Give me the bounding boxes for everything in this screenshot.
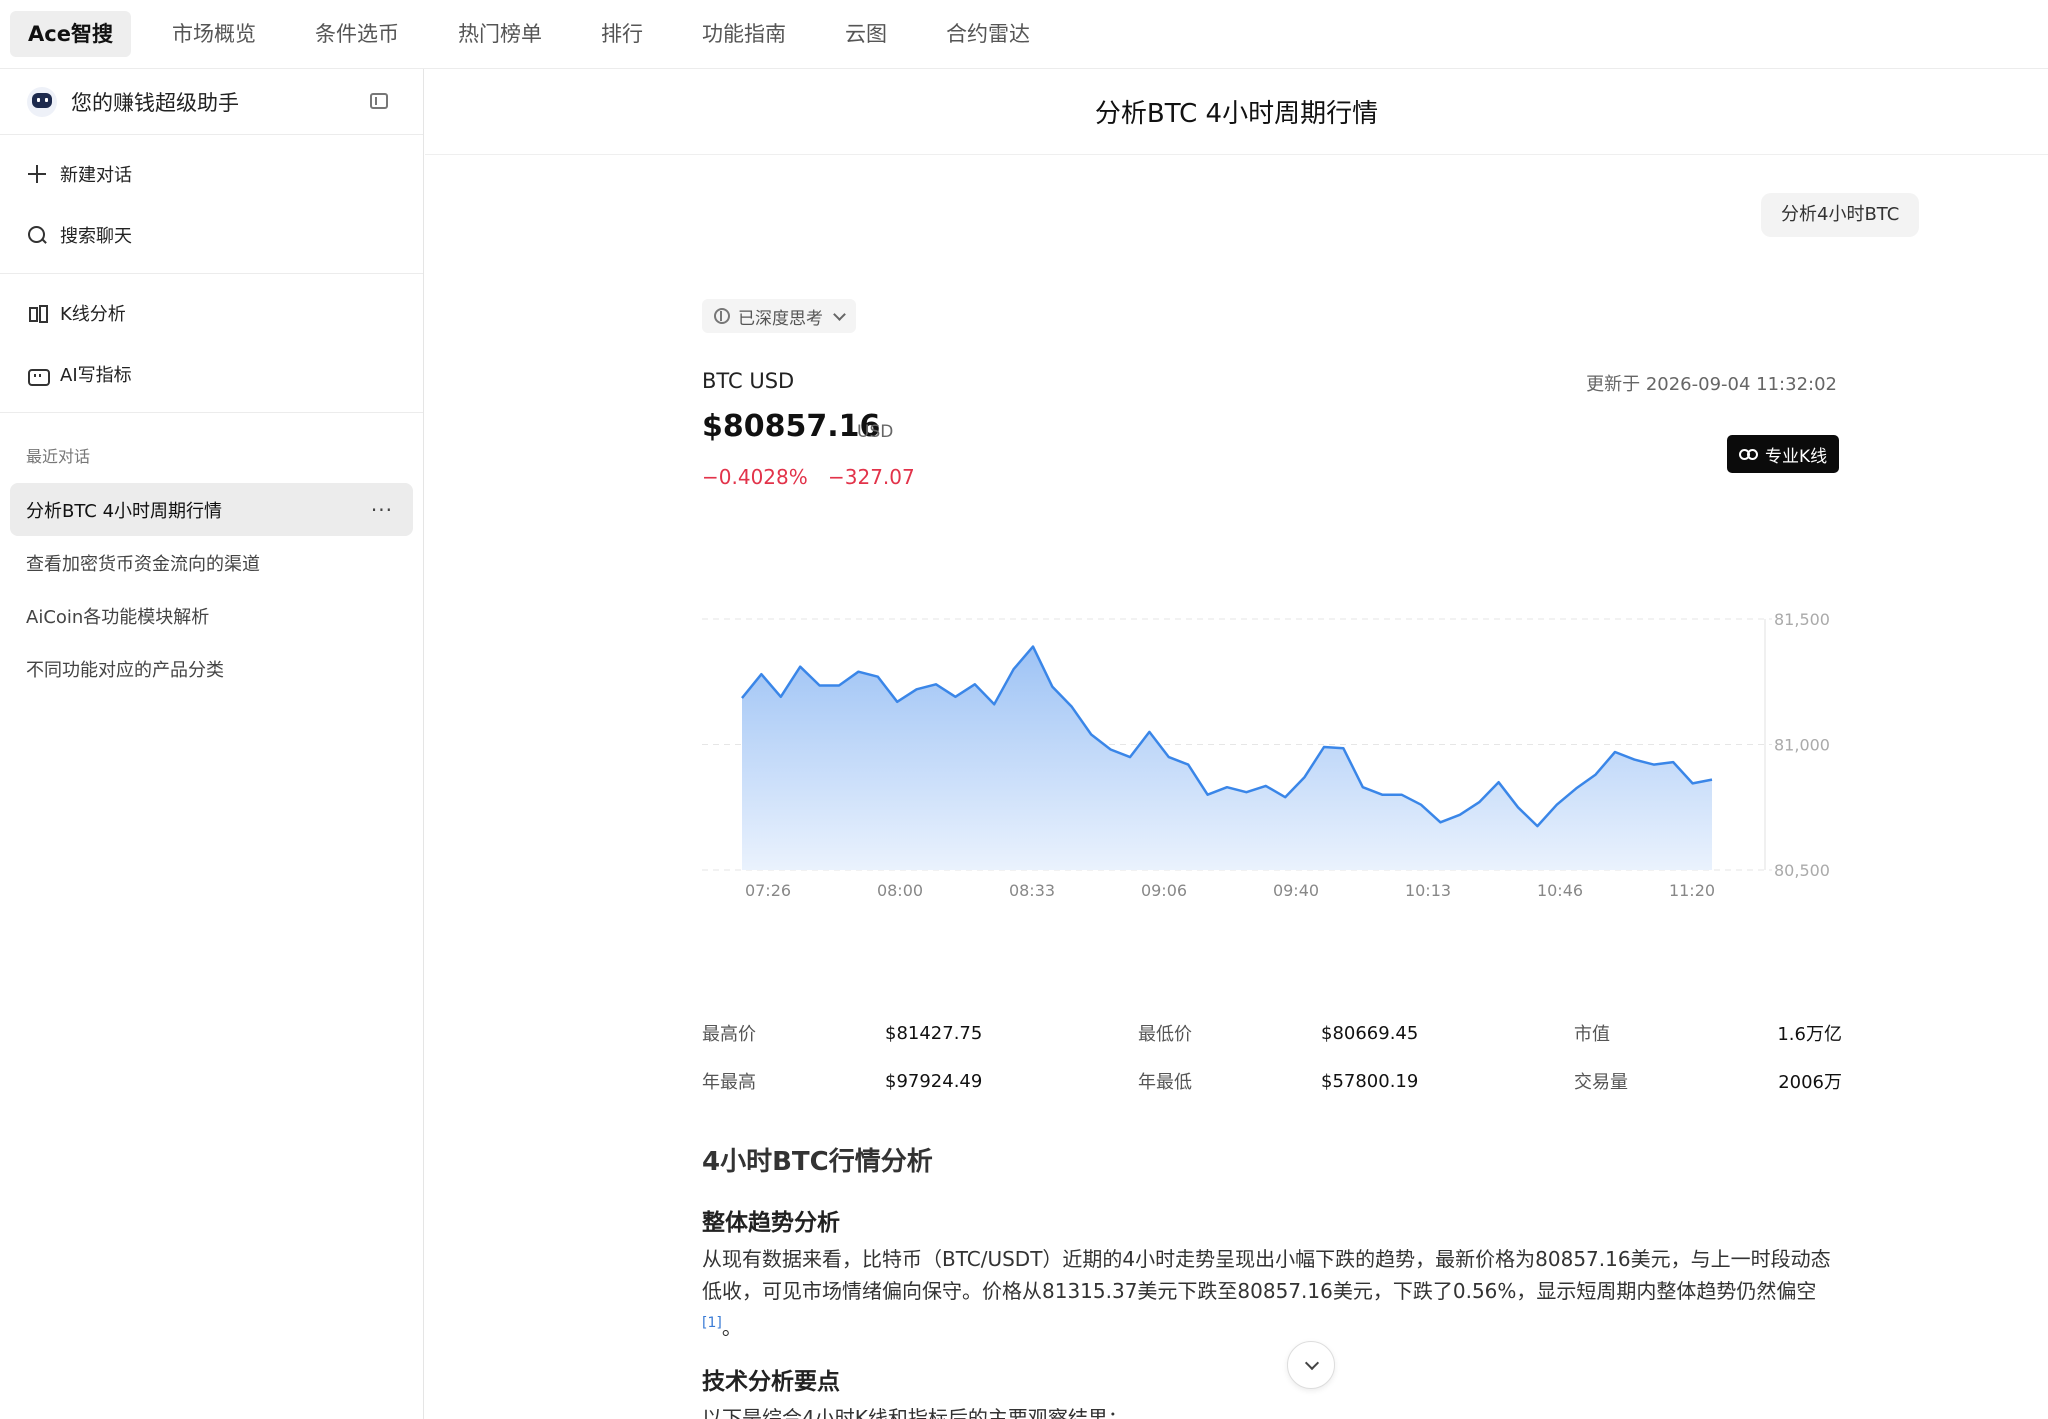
change-percent: −0.4028% <box>702 465 808 489</box>
assistant-header: 您的赚钱超级助手 <box>0 69 423 135</box>
recent-chat-label: 查看加密货币资金流向的渠道 <box>26 553 260 575</box>
analysis-heading: 4小时BTC行情分析 <box>702 1147 933 1177</box>
pro-kline-label: 专业K线 <box>1765 446 1828 467</box>
chevron-down-icon <box>833 307 846 321</box>
kline-analysis-label: K线分析 <box>60 303 126 325</box>
sidebar-actions: 新建对话 搜索聊天 <box>0 135 423 274</box>
stat-label: 年最高 <box>702 1072 756 1093</box>
x-tick-label: 09:06 <box>1141 881 1187 900</box>
ai-indicator-label: AI写指标 <box>60 364 132 386</box>
trend-text-end: 。 <box>721 1315 742 1340</box>
sidebar-collapse-icon[interactable] <box>370 93 388 109</box>
stat-row: 年最高 $97924.49 年最低 $57800.19 交易量 2006万 <box>702 1057 1842 1105</box>
conversation-title: 分析BTC 4小时周期行情 <box>425 69 2048 155</box>
nav-tab-1[interactable]: 市场概览 <box>154 11 274 57</box>
x-tick-label: 08:00 <box>877 881 923 900</box>
x-tick-label: 09:40 <box>1273 881 1319 900</box>
search-chat-label: 搜索聊天 <box>60 225 132 247</box>
sidebar: 您的赚钱超级助手 新建对话 搜索聊天 K线分析 AI写指标 最近对话 分析BTC… <box>0 69 424 1419</box>
kline-analysis-button[interactable]: K线分析 <box>0 282 423 343</box>
nav-tab-2[interactable]: 条件选币 <box>297 11 417 57</box>
technical-section-text: 以下是综合4小时K线和指标后的主要观察结果： <box>702 1405 1128 1419</box>
stat-value: $57800.19 <box>1321 1070 1419 1092</box>
plus-icon <box>26 163 48 185</box>
price-chart-svg: 81,500 81,000 80,500 07:26 08:00 08:33 09:06 09… <box>702 610 1830 900</box>
assistant-title: 您的赚钱超级助手 <box>71 90 239 115</box>
price-unit: USD <box>857 422 894 442</box>
stat-value: 1.6万亿 <box>1777 1024 1842 1045</box>
stat-label: 年最低 <box>1138 1072 1192 1093</box>
price-chart: 81,500 81,000 80,500 07:26 08:00 08:33 09:06 09… <box>702 589 1842 979</box>
recent-chat-label: AiCoin各功能模块解析 <box>26 606 210 628</box>
nav-tab-7[interactable]: 合约雷达 <box>928 11 1048 57</box>
stat-value: 2006万 <box>1778 1072 1842 1093</box>
x-tick-label: 11:20 <box>1669 881 1715 900</box>
stat-label: 最低价 <box>1138 1024 1192 1045</box>
stat-value: $97924.49 <box>885 1070 983 1092</box>
new-chat-button[interactable]: 新建对话 <box>0 143 423 204</box>
y-tick-label: 80,500 <box>1774 861 1830 880</box>
recent-chat-label: 不同功能对应的产品分类 <box>26 659 224 681</box>
stat-row: 最高价 $81427.75 最低价 $80669.45 市值 1.6万亿 <box>702 1009 1842 1057</box>
recent-chat-label: 分析BTC 4小时周期行情 <box>26 500 223 522</box>
x-tick-label: 07:26 <box>745 881 791 900</box>
candlestick-icon <box>26 302 48 324</box>
search-icon <box>26 224 48 246</box>
search-chat-button[interactable]: 搜索聊天 <box>0 204 423 265</box>
trend-section-title: 整体趋势分析 <box>702 1210 840 1236</box>
stat-label: 最高价 <box>702 1024 756 1045</box>
pro-kline-button[interactable]: 专业K线 <box>1727 435 1840 473</box>
trend-text: 从现有数据来看，比特币（BTC/USDT）近期的4小时走势呈现出小幅下跌的趋势，… <box>702 1247 1831 1303</box>
market-stats: 最高价 $81427.75 最低价 $80669.45 市值 1.6万亿年最高 $97924… <box>702 1009 1842 1105</box>
recent-list: 分析BTC 4小时周期行情 ··· 查看加密货币资金流向的渠道 AiCoin各功能模块… <box>0 483 423 695</box>
main-panel: 分析BTC 4小时周期行情 分析4小时BTC 已深度思考 BTC USD 更新于… <box>425 69 2048 1419</box>
y-tick-label: 81,000 <box>1774 736 1830 755</box>
area-fill <box>742 646 1712 870</box>
infinity-icon <box>1739 449 1758 460</box>
nav-tab-5[interactable]: 功能指南 <box>684 11 804 57</box>
nav-tab-4[interactable]: 排行 <box>583 11 661 57</box>
top-nav: Ace智搜 市场概览 条件选币 热门榜单 排行 功能指南 云图 合约雷达 <box>0 0 2048 69</box>
x-tick-label: 10:46 <box>1537 881 1583 900</box>
recent-chat-item[interactable]: 查看加密货币资金流向的渠道 <box>10 536 413 589</box>
new-chat-label: 新建对话 <box>60 164 132 186</box>
recent-chat-item[interactable]: 分析BTC 4小时周期行情 ··· <box>10 483 413 536</box>
nav-tab-0[interactable]: Ace智搜 <box>10 11 131 57</box>
stat-value: $80669.45 <box>1321 1022 1419 1044</box>
trend-section-text: 从现有数据来看，比特币（BTC/USDT）近期的4小时走势呈现出小幅下跌的趋势，… <box>702 1243 1842 1344</box>
recent-chat-item[interactable]: AiCoin各功能模块解析 <box>10 589 413 642</box>
scroll-down-button[interactable] <box>1287 1341 1335 1389</box>
more-options-icon[interactable]: ··· <box>371 498 393 522</box>
deep-thinking-toggle[interactable]: 已深度思考 <box>702 299 856 333</box>
ai-indicator-button[interactable]: AI写指标 <box>0 343 423 404</box>
sidebar-tools: K线分析 AI写指标 <box>0 274 423 413</box>
technical-section-title: 技术分析要点 <box>702 1368 840 1395</box>
stat-label: 交易量 <box>1574 1072 1628 1093</box>
bot-avatar-icon <box>27 86 57 117</box>
x-tick-label: 08:33 <box>1009 881 1055 900</box>
nav-tab-6[interactable]: 云图 <box>827 11 905 57</box>
citation-link[interactable]: [1] <box>702 1315 722 1331</box>
recent-chat-item[interactable]: 不同功能对应的产品分类 <box>10 642 413 695</box>
ticker-pair: BTC USD <box>702 369 795 393</box>
stat-label: 市值 <box>1574 1024 1610 1045</box>
y-tick-label: 81,500 <box>1774 610 1830 629</box>
nav-tab-3[interactable]: 热门榜单 <box>440 11 560 57</box>
recent-label: 最近对话 <box>26 447 91 466</box>
thinking-label: 已深度思考 <box>738 308 823 329</box>
brain-icon <box>714 308 730 324</box>
user-message-bubble: 分析4小时BTC <box>1761 193 1920 237</box>
ticker-price: $80857.16 <box>702 409 881 444</box>
analysis-content: 4小时BTC行情分析 整体趋势分析 从现有数据来看，比特币（BTC/USDT）近… <box>702 1141 1842 1419</box>
robot-icon <box>26 363 50 386</box>
updated-time: 更新于 2026-09-04 11:32:02 <box>1586 374 1837 395</box>
change-absolute: −327.07 <box>828 465 915 489</box>
x-tick-label: 10:13 <box>1405 881 1451 900</box>
stat-value: $81427.75 <box>885 1022 983 1044</box>
